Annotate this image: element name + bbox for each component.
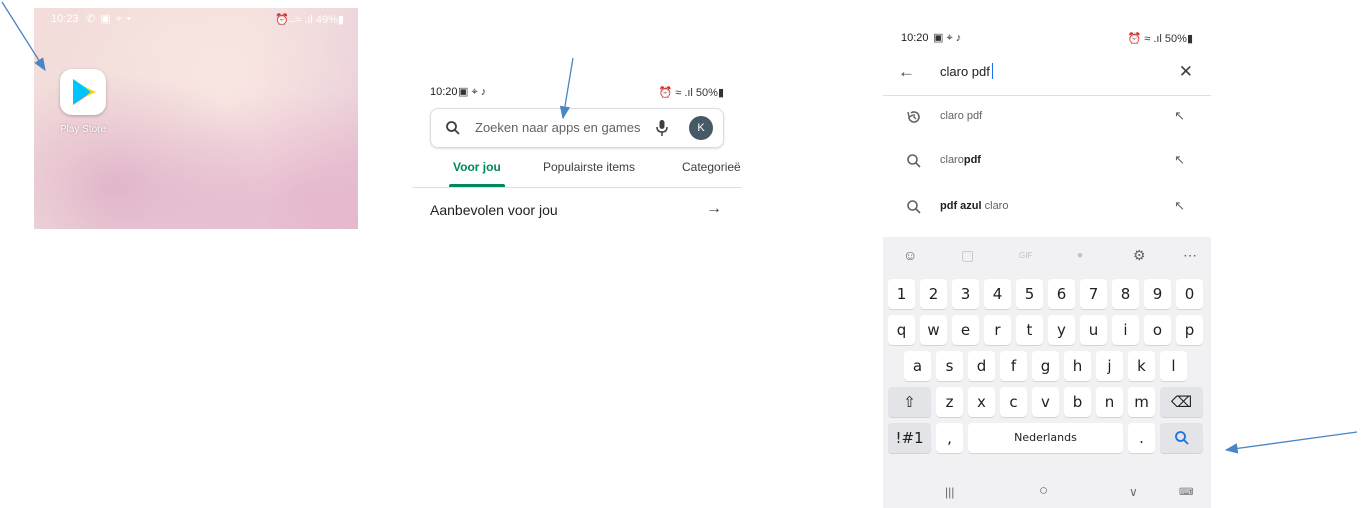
on-screen-keyboard: ☺ ▢ GIF ● ⚙ ⋯ 1 2 3 4 5 6 7 8 9 0 q w e … — [883, 237, 1211, 508]
key-7[interactable]: 7 — [1080, 279, 1107, 309]
home-icon[interactable]: ○ — [1039, 482, 1048, 499]
key-t[interactable]: t — [1016, 315, 1043, 345]
space-key[interactable]: Nederlands — [968, 423, 1123, 453]
key-a[interactable]: a — [904, 351, 931, 381]
home-screen-screenshot: 10:23 ✆ ▣ ⌖ • ⏰ ̶ ≈ .ıl 49%▮ Play Store — [34, 8, 358, 229]
key-z[interactable]: z — [936, 387, 963, 417]
play-store-logo-icon — [73, 79, 96, 105]
key-g[interactable]: g — [1032, 351, 1059, 381]
key-q[interactable]: q — [888, 315, 915, 345]
shift-key[interactable]: ⇧ — [888, 387, 931, 417]
key-x[interactable]: x — [968, 387, 995, 417]
key-p[interactable]: p — [1176, 315, 1203, 345]
status-bar: 10:23 ✆ ▣ ⌖ • ⏰ ̶ ≈ .ıl 49%▮ — [34, 8, 358, 30]
key-o[interactable]: o — [1144, 315, 1171, 345]
arrow-right-icon[interactable]: → — [706, 200, 722, 218]
search-icon — [1174, 431, 1189, 445]
key-h[interactable]: h — [1064, 351, 1091, 381]
play-store-app-icon[interactable] — [60, 69, 106, 115]
emoji-icon[interactable]: ☺ — [903, 247, 917, 263]
status-time: 10:20 — [901, 32, 929, 44]
search-icon — [907, 154, 921, 168]
symbols-key[interactable]: !#1 — [888, 423, 931, 453]
key-l[interactable]: l — [1160, 351, 1187, 381]
history-icon — [907, 111, 920, 123]
key-i[interactable]: i — [1112, 315, 1139, 345]
period-key[interactable]: . — [1128, 423, 1155, 453]
hide-keyboard-icon[interactable]: ∨ — [1129, 485, 1138, 499]
key-j[interactable]: j — [1096, 351, 1123, 381]
tab-divider — [412, 187, 742, 188]
back-arrow-icon[interactable]: ← — [898, 62, 915, 82]
search-icon — [907, 200, 921, 214]
status-system-icons: ⏰ ̶ ≈ .ıl 49%▮ — [275, 14, 344, 26]
key-3[interactable]: 3 — [952, 279, 979, 309]
gif-icon[interactable]: GIF — [1019, 251, 1032, 260]
fill-query-icon[interactable]: ↖ — [1174, 198, 1185, 214]
suggestion-label: claro pdf — [940, 110, 983, 122]
status-notification-icons: ▣ ⌖ ♪ — [933, 32, 962, 44]
key-y[interactable]: y — [1048, 315, 1075, 345]
status-notification-icons: ✆ ▣ ⌖ • — [86, 13, 132, 25]
section-title: Aanbevolen voor jou — [430, 202, 558, 218]
key-r[interactable]: r — [984, 315, 1011, 345]
key-e[interactable]: e — [952, 315, 979, 345]
backspace-key[interactable]: ⌫ — [1160, 387, 1203, 417]
key-f[interactable]: f — [1000, 351, 1027, 381]
status-time: 10:23 — [51, 13, 79, 25]
key-n[interactable]: n — [1096, 387, 1123, 417]
voice-input-icon[interactable]: ● — [1077, 250, 1083, 261]
status-time: 10:20 — [430, 86, 458, 98]
key-v[interactable]: v — [1032, 387, 1059, 417]
key-0[interactable]: 0 — [1176, 279, 1203, 309]
arrow-to-search-key — [1224, 431, 1358, 454]
status-notification-icons: ▣ ⌖ ♪ — [458, 86, 487, 98]
key-6[interactable]: 6 — [1048, 279, 1075, 309]
more-options-icon[interactable]: ⋯ — [1183, 247, 1197, 264]
search-icon — [446, 121, 460, 135]
status-system-icons: ⏰ ≈ .ıl 50%▮ — [1127, 33, 1193, 45]
settings-gear-icon[interactable]: ⚙ — [1133, 247, 1146, 264]
status-system-icons: ⏰ ≈ .ıl 50%▮ — [658, 87, 724, 99]
key-1[interactable]: 1 — [888, 279, 915, 309]
key-5[interactable]: 5 — [1016, 279, 1043, 309]
key-u[interactable]: u — [1080, 315, 1107, 345]
suggestion-label: pdf azul claro — [940, 200, 1009, 212]
play-store-search-screenshot: 10:20 ▣ ⌖ ♪ ⏰ ≈ .ıl 50%▮ ← claro pdf ✕ c… — [883, 22, 1211, 508]
suggestion-item[interactable]: claro pdf ↖ — [883, 96, 1211, 140]
account-avatar[interactable]: K — [689, 116, 713, 140]
suggestion-item[interactable]: pdf azul claro ↖ — [883, 186, 1211, 230]
suggestion-item[interactable]: claropdf ↖ — [883, 140, 1211, 184]
clear-search-icon[interactable]: ✕ — [1179, 62, 1193, 82]
key-9[interactable]: 9 — [1144, 279, 1171, 309]
keyboard-switch-icon[interactable]: ⌨ — [1179, 487, 1193, 498]
microphone-icon[interactable] — [655, 119, 669, 137]
fill-query-icon[interactable]: ↖ — [1174, 152, 1185, 168]
key-8[interactable]: 8 — [1112, 279, 1139, 309]
play-store-home-screenshot: 10:20 ▣ ⌖ ♪ ⏰ ≈ .ıl 50%▮ Zoeken naar app… — [412, 78, 742, 238]
comma-key[interactable]: , — [936, 423, 963, 453]
play-store-app-label: Play Store — [59, 124, 107, 135]
recent-apps-icon[interactable]: ||| — [945, 485, 954, 499]
key-2[interactable]: 2 — [920, 279, 947, 309]
search-input[interactable]: claro pdf — [940, 64, 990, 79]
play-store-search-bar[interactable]: Zoeken naar apps en games K — [430, 108, 724, 148]
suggestion-label: claropdf — [940, 154, 981, 166]
key-4[interactable]: 4 — [984, 279, 1011, 309]
tab-voor-jou[interactable]: Voor jou — [453, 160, 501, 174]
key-b[interactable]: b — [1064, 387, 1091, 417]
sticker-icon[interactable]: ▢ — [961, 247, 974, 264]
text-cursor — [992, 63, 993, 79]
search-key[interactable] — [1160, 423, 1203, 453]
key-m[interactable]: m — [1128, 387, 1155, 417]
key-d[interactable]: d — [968, 351, 995, 381]
fill-query-icon[interactable]: ↖ — [1174, 108, 1185, 124]
key-s[interactable]: s — [936, 351, 963, 381]
tab-populairste-items[interactable]: Populairste items — [543, 160, 635, 174]
key-k[interactable]: k — [1128, 351, 1155, 381]
tab-categorieen[interactable]: Categorieë — [682, 160, 741, 174]
key-c[interactable]: c — [1000, 387, 1027, 417]
search-placeholder: Zoeken naar apps en games — [475, 120, 641, 135]
key-w[interactable]: w — [920, 315, 947, 345]
